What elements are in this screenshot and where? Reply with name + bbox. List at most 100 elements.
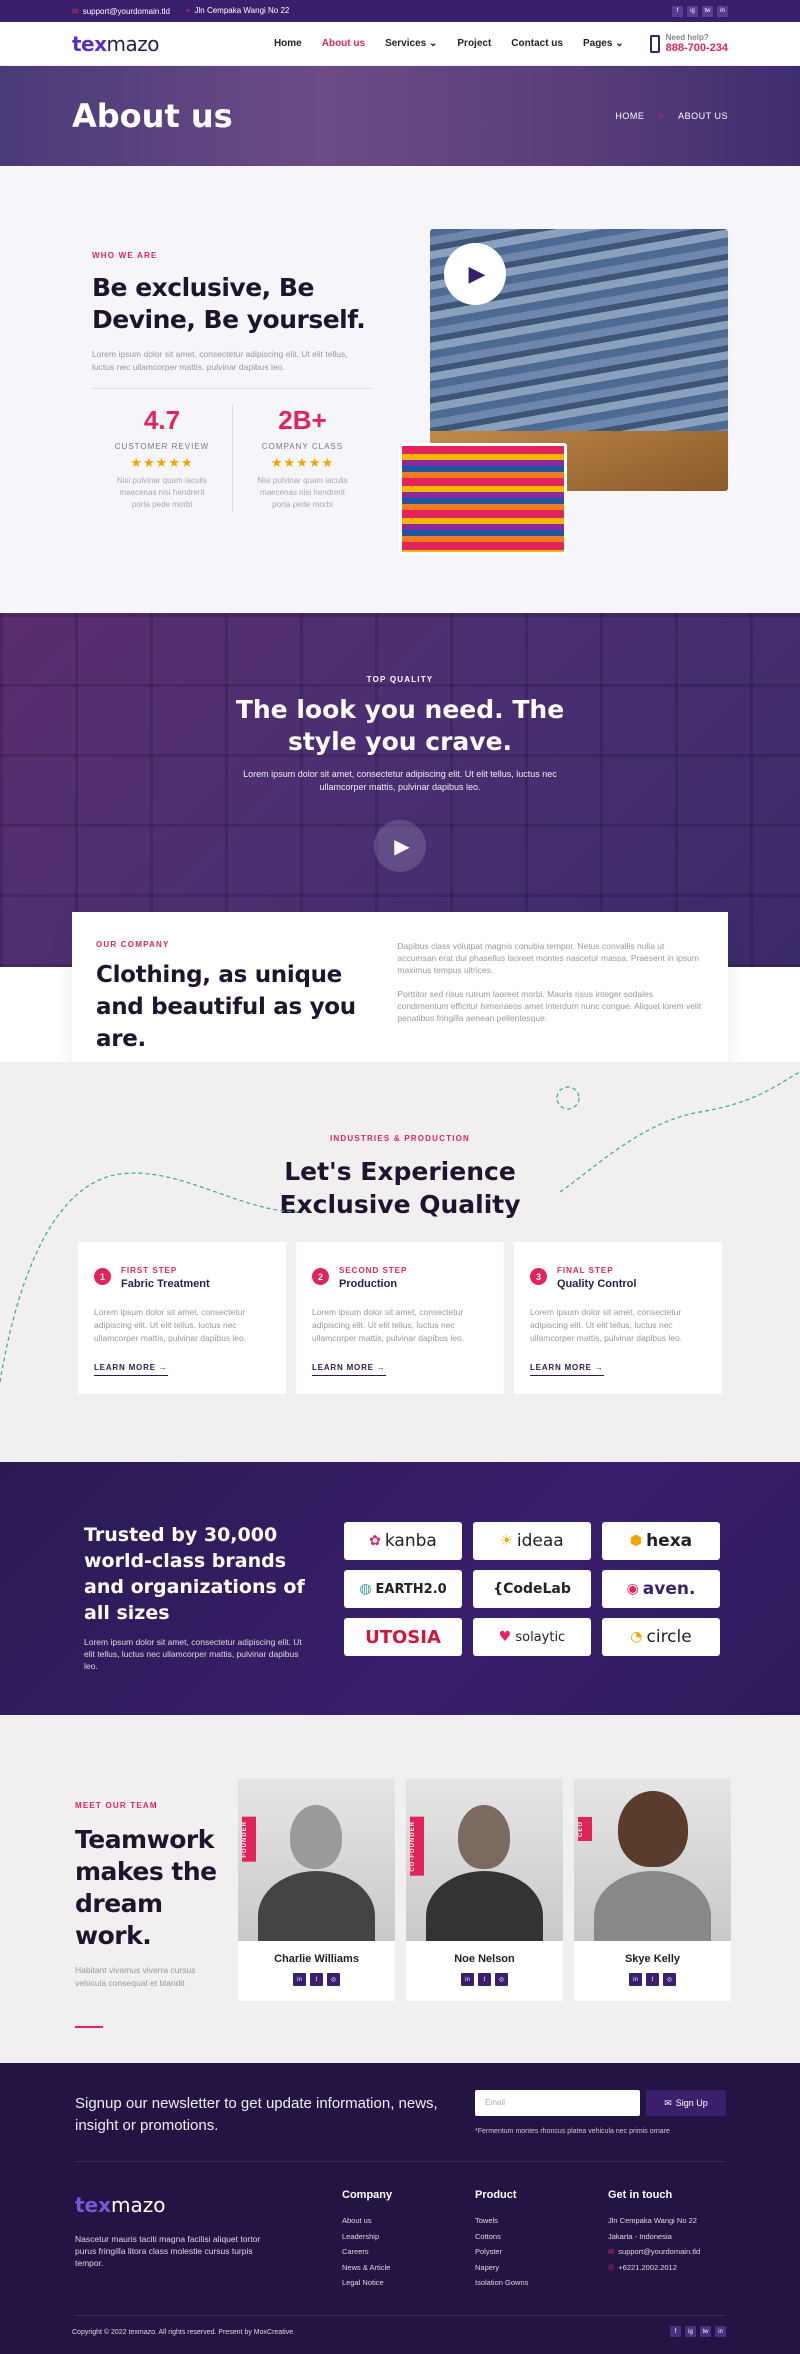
footer-link[interactable]: Napery xyxy=(475,2260,528,2276)
brand-logo-earth: ◍ EARTH2.0 xyxy=(344,1570,462,1608)
topbar-social: f ig tw in xyxy=(672,5,728,17)
footer-link[interactable]: Careers xyxy=(342,2244,392,2260)
nav-about[interactable]: About us xyxy=(322,38,365,49)
page-banner: About us HOME > ABOUT US xyxy=(0,66,800,166)
twitter-icon[interactable]: tw xyxy=(700,2326,711,2337)
brand-logo-solaytic: ♥ solaytic xyxy=(473,1618,591,1656)
twitter-icon[interactable]: t xyxy=(478,1973,491,1986)
instagram-icon[interactable]: ◎ xyxy=(327,1973,340,1986)
stats: 4.7 CUSTOMER REVIEW ★★★★★ Nisi pulvinar … xyxy=(92,388,372,511)
nav-project[interactable]: Project xyxy=(457,38,491,49)
learn-more-link[interactable]: LEARN MORE → xyxy=(312,1363,386,1376)
phone-icon: ✆ xyxy=(608,2262,615,2272)
team-member-card: CO-FOUNDER Noe Nelson in t ◎ xyxy=(406,1779,563,2001)
twitter-icon[interactable]: t xyxy=(646,1973,659,1986)
role-badge: CO-FOUNDER xyxy=(410,1817,424,1876)
newsletter-form: Email ✉ Sign Up xyxy=(475,2090,726,2116)
footer-link[interactable]: Polyster xyxy=(475,2244,528,2260)
brand-logo-utosia: UTOSIA xyxy=(344,1618,462,1656)
chevron-down-icon: ⌄ xyxy=(615,38,624,49)
nav-contact[interactable]: Contact us xyxy=(511,38,563,49)
twitter-icon[interactable]: tw xyxy=(702,5,713,17)
footer-link[interactable]: Cottons xyxy=(475,2229,528,2245)
linkedin-icon[interactable]: in xyxy=(461,1973,474,1986)
heart-icon: ♥ xyxy=(498,1629,512,1645)
play-video-button[interactable]: ▶ xyxy=(444,243,506,305)
facebook-icon[interactable]: f xyxy=(670,2326,681,2337)
step-card: 3 FINAL STEP Quality Control Lorem ipsum d… xyxy=(514,1242,722,1394)
brand-logo-aven: ◉ aven. xyxy=(602,1570,720,1608)
help-phone[interactable]: Need help? 888-700-234 xyxy=(649,33,728,54)
footer-link[interactable]: News & Article xyxy=(342,2260,392,2276)
linkedin-icon[interactable]: in xyxy=(717,5,728,17)
fabric-swatches-image xyxy=(399,443,567,555)
play-icon: ▶ xyxy=(468,261,486,286)
email-field[interactable]: Email xyxy=(475,2090,640,2116)
divider xyxy=(75,2026,103,2028)
member-name: Skye Kelly xyxy=(624,1953,681,1965)
member-name: Charlie Williams xyxy=(274,1953,359,1965)
avatar xyxy=(238,1779,395,1941)
lightbulb-icon: ☀ xyxy=(500,1533,513,1549)
trusted-brands-section: Trusted by 30,000 world-class brands and… xyxy=(0,1462,800,1715)
section-title: Teamwork makes the dream work. xyxy=(75,1825,217,1950)
menu: Home About us Services ⌄ Project Contact… xyxy=(274,33,728,54)
hexagon-icon: ⬢ xyxy=(629,1533,643,1549)
footer-link[interactable]: Isolation Gowns xyxy=(475,2275,528,2291)
linkedin-icon[interactable]: in xyxy=(715,2326,726,2337)
signup-button[interactable]: ✉ Sign Up xyxy=(646,2090,726,2116)
breadcrumb-current: ABOUT US xyxy=(678,111,728,121)
section-desc: Lorem ipsum dolor sit amet, consectetur … xyxy=(243,769,557,792)
footer-desc: Nascetur mauris taciti magna facilisi al… xyxy=(75,2234,261,2268)
instagram-icon[interactable]: ig xyxy=(685,2326,696,2337)
breadcrumb-home[interactable]: HOME xyxy=(615,111,644,121)
learn-more-link[interactable]: LEARN MORE → xyxy=(94,1363,168,1376)
footer-link[interactable]: Legal Notice xyxy=(342,2275,392,2291)
section-title: The look you need. The style you crave. xyxy=(235,695,565,756)
play-video-button[interactable]: ▶ xyxy=(374,820,426,872)
role-badge: CEO xyxy=(578,1817,592,1842)
globe-icon: ◍ xyxy=(359,1581,372,1597)
nav-home[interactable]: Home xyxy=(274,38,302,49)
section-title: Be exclusive, Be Devine, Be yourself. xyxy=(92,273,366,334)
footer-contact-col: Get in touch Jln Cempaka Wangi No 22 Jak… xyxy=(608,2189,701,2272)
kanba-logo-icon: ✿ xyxy=(369,1533,381,1549)
logo[interactable]: texmazo xyxy=(72,32,160,56)
company-paragraph: Porttitor sed risus rutrum laoreet morbi… xyxy=(397,989,702,1023)
top-bar: ✉ support@yourdomain.tld ⌖ Jln Cempaka Wan… xyxy=(0,0,800,22)
breadcrumb-separator: > xyxy=(658,111,665,121)
team-member-card: CEO Skye Kelly in t ◎ xyxy=(574,1779,731,2001)
learn-more-link[interactable]: LEARN MORE → xyxy=(530,1363,604,1376)
twitter-icon[interactable]: t xyxy=(310,1973,323,1986)
instagram-icon[interactable]: ◎ xyxy=(495,1973,508,1986)
topbar-email[interactable]: support@yourdomain.tld xyxy=(83,7,170,16)
footer-logo[interactable]: texmazo xyxy=(75,2193,166,2217)
avatar xyxy=(574,1779,731,1941)
instagram-icon[interactable]: ◎ xyxy=(663,1973,676,1986)
circle-logo-icon: ◔ xyxy=(630,1629,643,1645)
play-icon: ▶ xyxy=(394,835,410,858)
footer-link[interactable]: Leadership xyxy=(342,2229,392,2245)
linkedin-icon[interactable]: in xyxy=(293,1973,306,1986)
footer-product-col: Product Towels Cottons Polyster Napery I… xyxy=(475,2189,528,2291)
section-tag: WHO WE ARE xyxy=(92,251,158,260)
breadcrumb: HOME > ABOUT US xyxy=(615,111,728,121)
nav-pages[interactable]: Pages ⌄ xyxy=(583,38,624,49)
nav-services[interactable]: Services ⌄ xyxy=(385,38,437,49)
brand-logo-kanba: ✿ kanba xyxy=(344,1522,462,1560)
team-member-card: FOUNDER Charlie Williams in t ◎ xyxy=(238,1779,395,2001)
instagram-icon[interactable]: ig xyxy=(687,5,698,17)
facebook-icon[interactable]: f xyxy=(672,5,683,17)
footer-link[interactable]: Towels xyxy=(475,2213,528,2229)
section-desc: Lorem ipsum dolor sit amet, consectetur … xyxy=(84,1637,302,1671)
mail-icon: ✉ xyxy=(664,2097,672,2108)
brand-logo-codelab: {CodeLab xyxy=(473,1570,591,1608)
avatar xyxy=(406,1779,563,1941)
footer-company-col: Company About us Leadership Careers News… xyxy=(342,2189,392,2291)
team-section: MEET OUR TEAM Teamwork makes the dream w… xyxy=(0,1715,800,2063)
topbar-address: Jln Cempaka Wangi No 22 xyxy=(194,6,290,15)
linkedin-icon[interactable]: in xyxy=(629,1973,642,1986)
our-company-card: OUR COMPANY Clothing, as unique and beau… xyxy=(72,912,728,1062)
footer-link[interactable]: About us xyxy=(342,2213,392,2229)
company-paragraph: Dapibus class volutpat magnis conubia te… xyxy=(397,941,699,975)
